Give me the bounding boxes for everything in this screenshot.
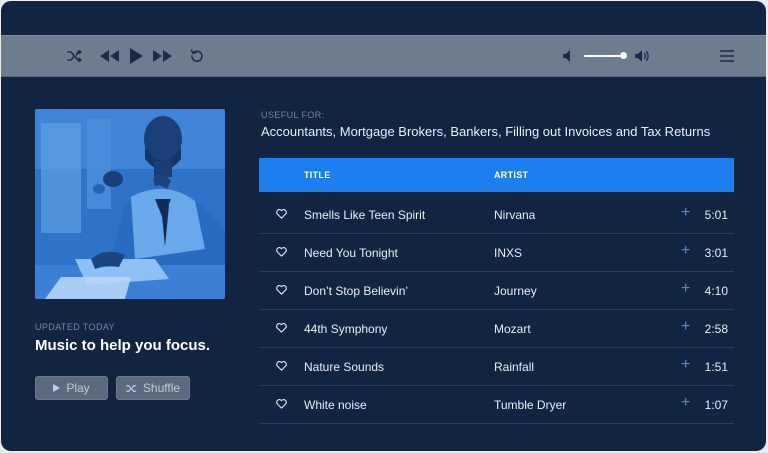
track-artist: Journey (494, 284, 537, 298)
track-duration: 1:51 (704, 360, 728, 374)
track-title: Need You Tonight (304, 246, 398, 260)
useful-for-label: USEFUL FOR: (261, 110, 325, 120)
add-track-icon[interactable]: + (681, 281, 690, 297)
column-header-artist[interactable]: ARTIST (494, 170, 528, 180)
heart-icon[interactable] (276, 247, 287, 257)
volume-slider-track[interactable] (584, 55, 624, 57)
track-artist: INXS (494, 246, 523, 260)
shuffle-icon[interactable] (63, 36, 87, 76)
music-player-window: UPDATED TODAY Music to help you focus. P… (1, 1, 766, 451)
playlist-cover-image (35, 109, 225, 299)
add-track-icon[interactable]: + (681, 395, 690, 411)
column-header-title[interactable]: TITLE (304, 170, 331, 180)
rewind-icon[interactable] (99, 36, 121, 76)
play-button-label: Play (66, 381, 90, 395)
fast-forward-icon[interactable] (151, 36, 173, 76)
track-row[interactable]: Nature Sounds Rainfall + 1:51 (259, 348, 734, 386)
play-small-icon (53, 384, 61, 392)
add-track-icon[interactable]: + (681, 243, 690, 259)
track-title: White noise (304, 398, 367, 412)
useful-for-text: Accountants, Mortgage Brokers, Bankers, … (261, 124, 711, 139)
track-duration: 4:10 (704, 284, 728, 298)
hamburger-menu-icon[interactable] (717, 36, 737, 76)
track-title: 44th Symphony (304, 322, 388, 336)
track-duration: 2:58 (704, 322, 728, 336)
playlist-title: Music to help you focus. (35, 337, 211, 354)
player-toolbar (1, 35, 766, 77)
track-duration: 5:01 (704, 208, 728, 222)
track-row[interactable]: Smells Like Teen Spirit Nirvana + 5:01 (259, 196, 734, 234)
heart-icon[interactable] (276, 285, 287, 295)
heart-icon[interactable] (276, 209, 287, 219)
track-title: Nature Sounds (304, 360, 385, 374)
track-artist: Mozart (494, 322, 531, 336)
add-track-icon[interactable]: + (681, 319, 690, 335)
heart-icon[interactable] (276, 399, 287, 409)
track-row[interactable]: White noise Tumble Dryer + 1:07 (259, 386, 734, 424)
add-track-icon[interactable]: + (681, 357, 690, 373)
track-title: Smells Like Teen Spirit (304, 208, 426, 222)
shuffle-button-label: Shuffle (142, 381, 181, 395)
track-duration: 3:01 (704, 246, 728, 260)
heart-icon[interactable] (276, 323, 287, 333)
track-table-header: TITLE ARTIST (259, 158, 734, 192)
track-title: Don’t Stop Believin’ (304, 284, 409, 298)
heart-icon[interactable] (276, 361, 287, 371)
volume-low-icon[interactable] (561, 36, 575, 76)
track-duration: 1:07 (704, 398, 728, 412)
updated-label: UPDATED TODAY (35, 322, 116, 332)
track-row[interactable]: Need You Tonight INXS + 3:01 (259, 234, 734, 272)
volume-slider-handle[interactable] (620, 52, 627, 59)
add-track-icon[interactable]: + (681, 205, 690, 221)
play-button[interactable]: Play (35, 376, 108, 400)
track-row[interactable]: 44th Symphony Mozart + 2:58 (259, 310, 734, 348)
play-icon[interactable] (127, 36, 145, 76)
shuffle-small-icon (125, 384, 137, 392)
volume-high-icon[interactable] (633, 36, 651, 76)
track-row[interactable]: Don’t Stop Believin’ Journey + 4:10 (259, 272, 734, 310)
track-artist: Nirvana (494, 208, 536, 222)
shuffle-button[interactable]: Shuffle (116, 376, 190, 400)
track-list: Smells Like Teen Spirit Nirvana + 5:01 N… (259, 196, 734, 424)
track-artist: Rainfall (494, 360, 535, 374)
track-artist: Tumble Dryer (494, 398, 567, 412)
repeat-icon[interactable] (187, 36, 207, 76)
